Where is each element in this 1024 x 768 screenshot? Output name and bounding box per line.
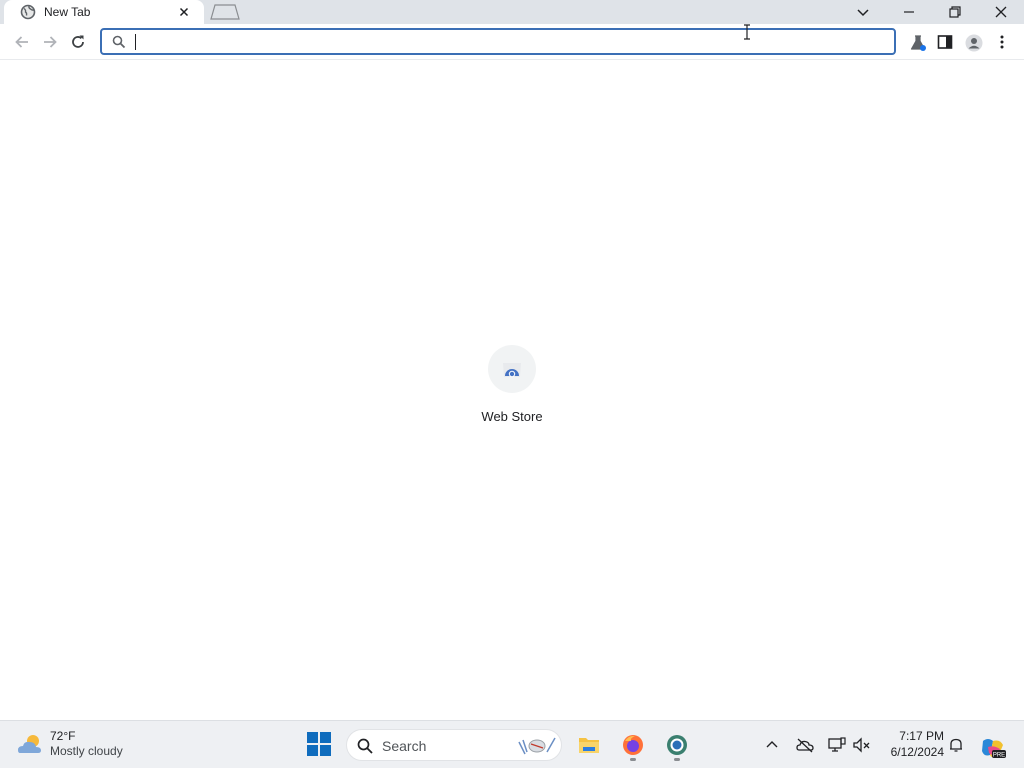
- weather-widget[interactable]: 72°F Mostly cloudy: [14, 727, 154, 763]
- shortcut-web-store[interactable]: Web Store: [472, 341, 552, 431]
- shortcut-label: Web Store: [481, 409, 543, 424]
- close-window-button[interactable]: [978, 0, 1024, 24]
- notification-bell-icon[interactable]: [946, 733, 968, 757]
- copilot-preview-icon[interactable]: PRE: [978, 733, 1008, 759]
- show-hidden-icons-chevron-icon[interactable]: [762, 733, 784, 757]
- address-input[interactable]: [132, 32, 872, 51]
- windows-taskbar: 72°F Mostly cloudy Search 7:17 PM 6/12/2…: [0, 720, 1024, 768]
- tab-search-chevron-icon[interactable]: [850, 2, 876, 22]
- text-cursor-icon: [742, 24, 752, 40]
- clock-time: 7:17 PM: [899, 729, 944, 743]
- address-bar[interactable]: [100, 28, 896, 55]
- network-icon[interactable]: [826, 733, 848, 757]
- tab-strip: New Tab: [0, 0, 1024, 24]
- search-icon: [112, 35, 126, 49]
- file-explorer-icon[interactable]: [572, 729, 606, 761]
- restore-button[interactable]: [932, 0, 978, 24]
- weather-condition: Mostly cloudy: [50, 744, 123, 758]
- minimize-button[interactable]: [886, 0, 932, 24]
- side-panel-icon[interactable]: [931, 28, 959, 56]
- shortcut-tile: [488, 345, 536, 393]
- tab-title: New Tab: [44, 5, 91, 19]
- search-icon: [357, 738, 373, 759]
- tab-new-tab[interactable]: New Tab: [4, 0, 204, 24]
- firefox-icon[interactable]: [616, 729, 650, 761]
- more-menu-icon[interactable]: [988, 28, 1016, 56]
- globe-icon: [20, 4, 36, 20]
- taskbar-search-label: Search: [382, 738, 427, 754]
- browser-toolbar: [0, 24, 1024, 60]
- new-tab-page: Web Store: [0, 61, 1024, 720]
- weather-temperature: 72°F: [50, 729, 76, 743]
- profile-avatar-icon[interactable]: [959, 28, 987, 56]
- svg-text:PRE: PRE: [993, 753, 1005, 759]
- taskbar-search-box[interactable]: Search: [346, 729, 562, 761]
- clock-date: 6/12/2024: [890, 745, 944, 759]
- text-caret: [135, 34, 136, 50]
- search-highlight-icon: [515, 734, 559, 763]
- taskbar-clock[interactable]: 7:17 PM 6/12/2024: [880, 728, 944, 760]
- reload-button[interactable]: [64, 28, 92, 56]
- back-button[interactable]: [8, 28, 36, 56]
- chromium-browser-icon[interactable]: [660, 729, 694, 761]
- partly-cloudy-icon: [16, 733, 44, 762]
- running-indicator: [630, 758, 636, 761]
- running-indicator: [674, 758, 680, 761]
- labs-flask-icon[interactable]: [903, 28, 931, 56]
- new-tab-button[interactable]: [207, 3, 241, 21]
- onedrive-offline-icon[interactable]: [794, 733, 816, 757]
- windows-start-button[interactable]: [306, 731, 334, 759]
- forward-button[interactable]: [36, 28, 64, 56]
- close-tab-icon[interactable]: [176, 4, 192, 20]
- volume-muted-icon[interactable]: [851, 733, 873, 757]
